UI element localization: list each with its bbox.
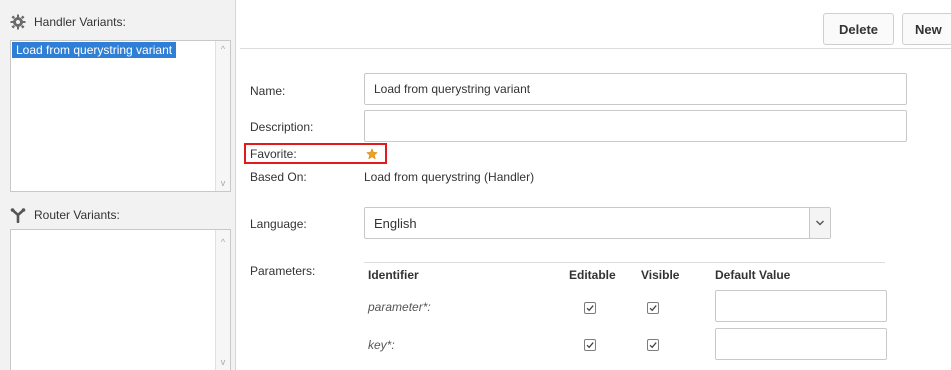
star-icon[interactable] [366,148,378,160]
visible-checkbox[interactable] [647,339,659,351]
column-header-visible: Visible [641,268,680,282]
new-button[interactable]: New [902,13,951,45]
gear-icon [10,14,26,30]
fork-icon [10,207,26,224]
handler-list-scrollbar[interactable]: ^ v [215,41,230,191]
favorite-label: Favorite: [250,147,297,161]
language-value: English [374,215,417,231]
name-field[interactable]: Load from querystring variant [364,73,907,105]
based-on-value: Load from querystring (Handler) [364,170,535,184]
router-variants-list[interactable]: ^ v [10,229,231,370]
language-select[interactable]: English [364,207,831,239]
scroll-down-icon[interactable]: v [216,177,230,189]
column-header-identifier: Identifier [368,268,419,282]
handler-variants-list[interactable]: Load from querystring variant ^ v [10,40,231,192]
based-on-label: Based On: [250,170,307,184]
editable-checkbox[interactable] [584,302,596,314]
default-value-input[interactable] [715,290,887,322]
scroll-down-icon[interactable]: v [216,356,230,368]
handler-variants-title: Handler Variants: [34,15,126,29]
language-label: Language: [250,217,307,231]
parameters-table-divider [364,262,885,287]
parameter-identifier: key*: [368,338,395,352]
parameter-identifier: parameter*: [368,300,431,314]
toolbar-divider [240,48,951,49]
editable-checkbox[interactable] [584,339,596,351]
handler-variant-item[interactable]: Load from querystring variant [12,42,177,58]
column-header-editable: Editable [569,268,616,282]
parameters-label: Parameters: [250,264,316,278]
description-field[interactable] [364,110,907,142]
router-variants-header: Router Variants: [10,205,120,225]
chevron-down-icon[interactable] [809,208,830,238]
scroll-up-icon[interactable]: ^ [216,43,230,55]
scroll-up-icon[interactable]: ^ [216,236,230,248]
name-label: Name: [250,84,286,98]
default-value-input[interactable] [715,328,887,360]
delete-button[interactable]: Delete [823,13,894,45]
router-variants-title: Router Variants: [34,208,120,222]
handler-variants-header: Handler Variants: [10,12,126,32]
description-label: Description: [250,120,314,134]
router-list-scrollbar[interactable]: ^ v [215,230,230,370]
visible-checkbox[interactable] [647,302,659,314]
column-header-default-value: Default Value [715,268,791,282]
